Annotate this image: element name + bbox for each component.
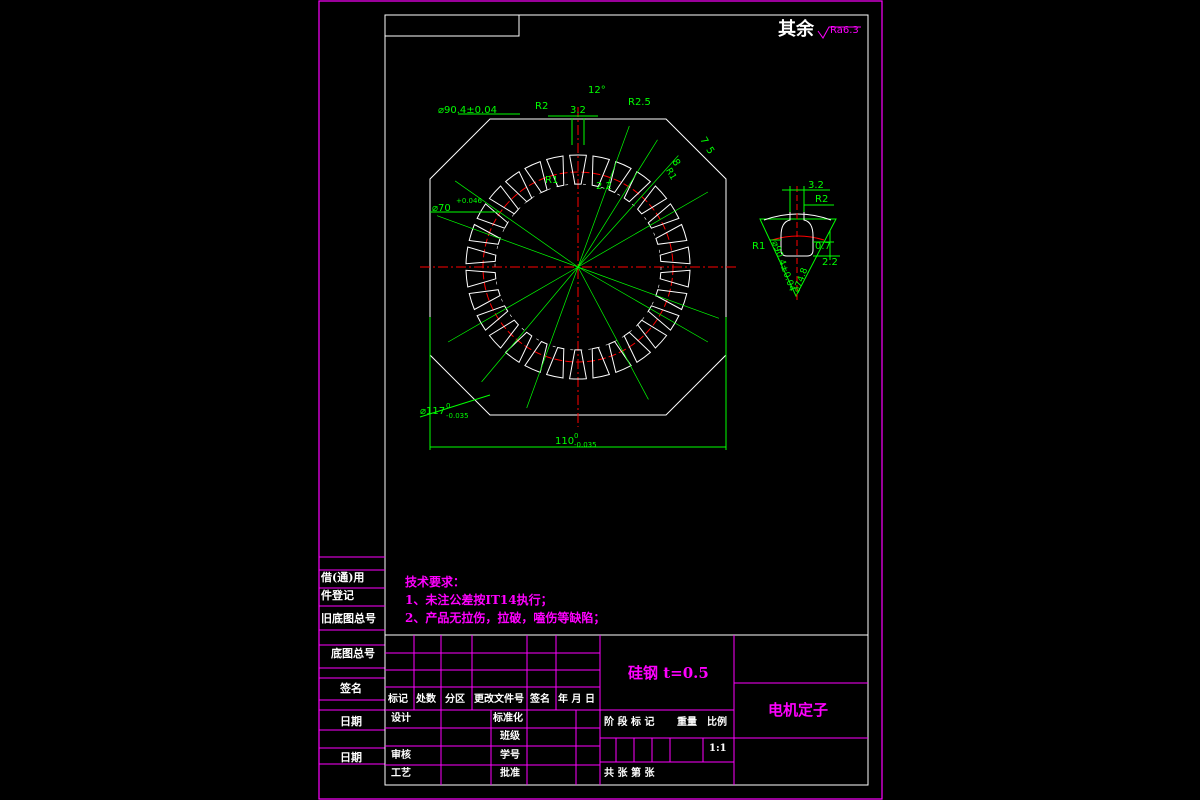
dim-width-tol-up: 0 [574, 432, 579, 440]
dim-width: 110 [555, 436, 575, 447]
construction-line [577, 191, 709, 268]
construction-line [577, 266, 649, 400]
role-standardize: 标准化 [493, 713, 523, 724]
stage-header: 阶 段 标 记 [604, 717, 655, 728]
detail-dim-32: 3.2 [808, 180, 824, 191]
dim-r25: R2.5 [628, 97, 651, 108]
stator-slot [655, 289, 688, 311]
dim-r1: R1 [545, 175, 559, 186]
weight-header: 重量 [677, 717, 697, 728]
dim-body-tol-up: 0 [446, 402, 451, 410]
side-label-drawing-no: 底图总号 [331, 647, 375, 660]
dim-body-dia: ⌀117 [420, 406, 446, 417]
construction-line [526, 266, 579, 409]
rev-header-file: 更改文件号 [474, 694, 524, 705]
rev-header-mark: 标记 [388, 694, 408, 705]
dim-angle: 12° [588, 85, 606, 96]
stator-slot [647, 203, 680, 229]
code-box [384, 14, 520, 37]
side-label-signature: 签名 [340, 682, 362, 695]
tech-req-item-2: 2、产品无拉伤，拉破，嗑伤等缺陷； [405, 611, 606, 625]
role-student-id: 学号 [500, 750, 520, 761]
roughness-prefix: 其余 [778, 19, 814, 40]
stator-slot [659, 269, 691, 288]
stator-slot [647, 305, 680, 331]
construction-line [577, 139, 658, 268]
stator-slot [468, 289, 501, 311]
role-review: 审核 [391, 750, 411, 761]
roughness-value: Ra6.3 [830, 25, 859, 36]
role-class: 班级 [500, 731, 520, 742]
stator-view [419, 107, 736, 450]
construction-line [577, 125, 630, 268]
role-design: 设计 [391, 713, 411, 724]
dim-slot-22: 2.2 [596, 181, 612, 192]
dim-slot-open: 3.2 [570, 105, 586, 116]
side-label-date-2: 日期 [340, 751, 362, 764]
dim-body-tol-lo: -0.035 [446, 412, 469, 420]
stator-slot [591, 346, 611, 379]
side-label-register: 件登记 [321, 589, 354, 602]
scale-header: 比例 [707, 717, 727, 728]
part-name: 电机定子 [768, 701, 829, 719]
stator-slot [465, 269, 497, 288]
construction-line [454, 180, 579, 268]
stator-slot [524, 160, 548, 194]
dim-r2: R2 [535, 101, 549, 112]
role-approve: 批准 [500, 768, 520, 779]
dim-outer-dia: ⌀90.4±0.04 [438, 105, 497, 116]
rev-header-date: 年 月 日 [558, 694, 595, 705]
material-label: 硅钢 t=0.5 [628, 664, 709, 682]
scale-value: 1:1 [709, 743, 727, 754]
stator-slot [465, 246, 497, 265]
detail-dim-r2: R2 [815, 194, 829, 205]
tech-req-title: 技术要求： [405, 575, 466, 589]
drawing-canvas [318, 0, 883, 800]
stator-slot [468, 223, 501, 245]
rev-header-sign: 签名 [530, 694, 550, 705]
side-label-borrow: 借(通)用 [321, 571, 365, 584]
rev-header-zone: 分区 [445, 694, 465, 705]
dim-bore-dia: ⌀70 [432, 203, 451, 214]
dim-bore-tol: +0.046 [456, 197, 482, 205]
detail-dim-22: 2.2 [822, 257, 838, 268]
dim-width-tol-lo: -0.035 [574, 441, 597, 449]
role-process: 工艺 [391, 768, 411, 779]
detail-dim-07: 0.7 [815, 241, 831, 252]
construction-line [447, 266, 579, 343]
side-label-date-1: 日期 [340, 715, 362, 728]
construction-line [577, 266, 709, 343]
stator-slot [655, 223, 688, 245]
stator-slot [524, 340, 548, 374]
sheet-count: 共 张 第 张 [604, 768, 655, 779]
tech-req-item-1: 1、未注公差按IT14执行； [405, 593, 553, 607]
side-label-old-drawing: 旧底图总号 [321, 612, 376, 625]
stator-slot [659, 246, 691, 265]
rev-header-count: 处数 [416, 694, 436, 705]
stator-slot [476, 305, 509, 331]
stator-slot [545, 346, 565, 379]
stator-slot [476, 203, 509, 229]
detail-dim-r1: R1 [752, 241, 766, 252]
